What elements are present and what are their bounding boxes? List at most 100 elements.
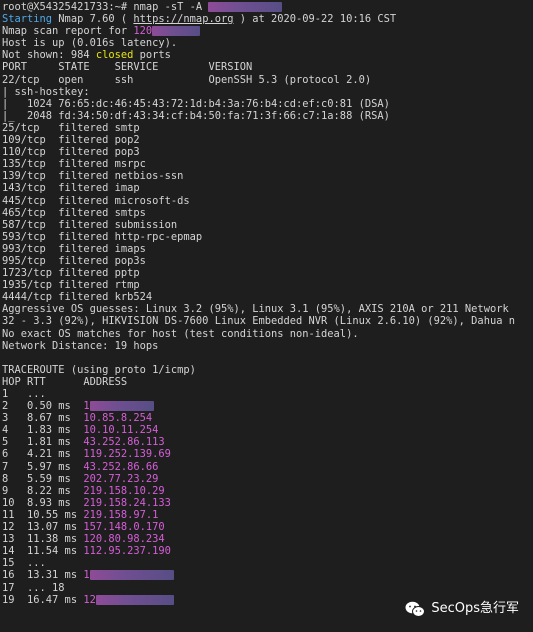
hop-prefix: 2 0.50 ms [2,400,84,413]
hop-address: 219.158.24.133 [83,496,171,509]
port-row-filtered: 465/tcp filtered smtps [2,206,146,219]
nmap-version-text: Nmap 7.60 ( [52,13,134,26]
hop-address: 1 [83,400,90,413]
hop-address: 10.85.8.254 [83,412,153,425]
hop-prefix: 13 11.38 ms [2,533,84,546]
port-row-filtered: 993/tcp filtered imaps [2,242,146,255]
host-up-line: Host is up (0.016s latency). [2,37,178,50]
os-guess-line: 32 - 3.3 (92%), HIKVISION DS-7600 Linux … [2,315,515,328]
hop-row: 3 8.67 ms 10.85.8.254 [2,412,533,424]
hostkey-line: | 1024 76:65:dc:46:45:43:72:1d:b4:3a:76:… [2,97,390,110]
prompt-line: root@X54325421733:~# nmap -sT -A [2,1,533,13]
hop-address: 219.158.10.29 [83,484,165,497]
port-table-header: PORT STATE SERVICE VERSION [2,61,253,74]
hop-prefix: 4 1.83 ms [2,424,84,437]
wechat-icon [405,601,426,618]
port-row-filtered: 1935/tcp filtered rtmp [2,279,140,292]
hop-prefix: 5 1.81 ms [2,436,84,449]
start-time-text: ) at 2020-09-22 10:16 CST [233,13,397,26]
hop-prefix: 15 ... [2,557,46,570]
hop-address: 120.80.98.234 [83,533,165,546]
hop-address: 1 [83,569,90,582]
hop-row: 1 ... [2,388,533,400]
starting-word: Starting [2,13,53,26]
hop-row: 13 11.38 ms 120.80.98.234 [2,533,533,545]
hop-address: 10.10.11.254 [83,424,159,437]
hop-prefix: 3 8.67 ms [2,412,84,425]
redacted-address [89,570,174,581]
port-row-filtered: 445/tcp filtered microsoft-ds [2,194,190,207]
port-row-filtered: 139/tcp filtered netbios-ssn [2,170,184,183]
hop-prefix: 6 4.21 ms [2,448,84,461]
port-row-ssh: 22/tcp open ssh OpenSSH 5.3 (protocol 2.… [2,73,372,86]
os-match-line: No exact OS matches for host (test condi… [2,327,359,340]
port-row-filtered: 4444/tcp filtered krb524 [2,291,153,304]
hop-address: 43.252.86.66 [83,460,159,473]
hop-row: 2 0.50 ms 1 [2,400,533,412]
hop-prefix: 11 10.55 ms [2,508,84,521]
port-row-filtered: 109/tcp filtered pop2 [2,134,140,147]
port-row-filtered: 587/tcp filtered submission [2,218,178,231]
hop-prefix: 1 ... [2,388,46,400]
hop-row: 17 ... 18 [2,582,533,594]
hostkey-line: |_ 2048 fd:34:50:df:43:34:cf:b4:50:fa:71… [2,109,390,122]
not-shown-line: Not shown: 984 closed ports [2,49,533,61]
hop-prefix: 7 5.97 ms [2,460,84,473]
os-guess-line: Aggressive OS guesses: Linux 3.2 (95%), … [2,303,509,316]
hop-prefix: 9 8.22 ms [2,484,84,497]
hop-row: 8 5.59 ms 202.77.23.29 [2,473,533,485]
port-row-filtered: 143/tcp filtered imap [2,182,140,195]
redacted-target [208,2,283,12]
traceroute-header: TRACEROUTE (using proto 1/icmp) [2,363,196,376]
hop-address: 157.148.0.170 [83,521,165,534]
hop-prefix: 16 13.31 ms [2,569,84,582]
port-row-filtered: 110/tcp filtered pop3 [2,146,140,159]
hop-prefix: 10 8.93 ms [2,496,84,509]
port-row-filtered: 995/tcp filtered pop3s [2,254,146,267]
terminal-window[interactable]: root@X54325421733:~# nmap -sT -A Startin… [0,0,533,632]
hostkey-line: | ssh-hostkey: [2,85,90,98]
port-row-filtered: 593/tcp filtered http-rpc-epmap [2,230,203,243]
hop-row: 6 4.21 ms 119.252.139.69 [2,448,533,460]
hop-row: 15 ... [2,557,533,569]
not-shown-suffix: ports [133,49,171,62]
hop-address: 43.252.86.113 [83,436,165,449]
hop-row: 14 11.54 ms 112.95.237.190 [2,545,533,557]
port-row-filtered: 1723/tcp filtered pptp [2,267,140,280]
redacted-ip [152,26,201,37]
hop-prefix: 19 16.47 ms [2,593,84,606]
hop-row: 4 1.83 ms 10.10.11.254 [2,424,533,436]
wechat-watermark: SecOps急行军 [405,601,519,618]
hop-address: 202.77.23.29 [83,472,159,485]
hop-address: 12 [83,593,96,606]
hop-row: 16 13.31 ms 1 [2,569,533,581]
hop-table-header: HOP RTT ADDRESS [2,375,128,388]
hop-address: 219.158.97.1 [83,508,159,521]
not-shown-prefix: Not shown: 984 [2,49,96,62]
shell-prompt: root@X54325421733:~# [2,1,134,13]
hop-address: 119.252.139.69 [83,448,171,461]
hop-row: 9 8.22 ms 219.158.10.29 [2,485,533,497]
hop-prefix: 8 5.59 ms [2,472,84,485]
port-row-filtered: 25/tcp filtered smtp [2,121,140,134]
starting-line: Starting Nmap 7.60 ( https://nmap.org ) … [2,13,533,25]
scan-report-ip: 120 [133,25,153,38]
network-distance-line: Network Distance: 19 hops [2,339,159,352]
hop-row: 12 13.07 ms 157.148.0.170 [2,521,533,533]
scan-report-line: Nmap scan report for 120 [2,25,533,37]
hop-row: 10 8.93 ms 219.158.24.133 [2,497,533,509]
hop-row: 11 10.55 ms 219.158.97.1 [2,509,533,521]
typed-command: nmap -sT -A [133,1,209,13]
hop-prefix: 14 11.54 ms [2,545,84,558]
hop-address: 112.95.237.190 [83,545,171,558]
redacted-address [89,401,154,412]
nmap-url-link[interactable]: https://nmap.org [133,13,233,25]
hop-row: 7 5.97 ms 43.252.86.66 [2,461,533,473]
watermark-label: SecOps急行军 [431,601,519,617]
hop-row: 5 1.81 ms 43.252.86.113 [2,436,533,448]
closed-word: closed [95,49,134,62]
scan-report-text: Nmap scan report for [2,25,134,38]
hop-prefix: 17 ... 18 [2,581,65,594]
hop-prefix: 12 13.07 ms [2,521,84,534]
